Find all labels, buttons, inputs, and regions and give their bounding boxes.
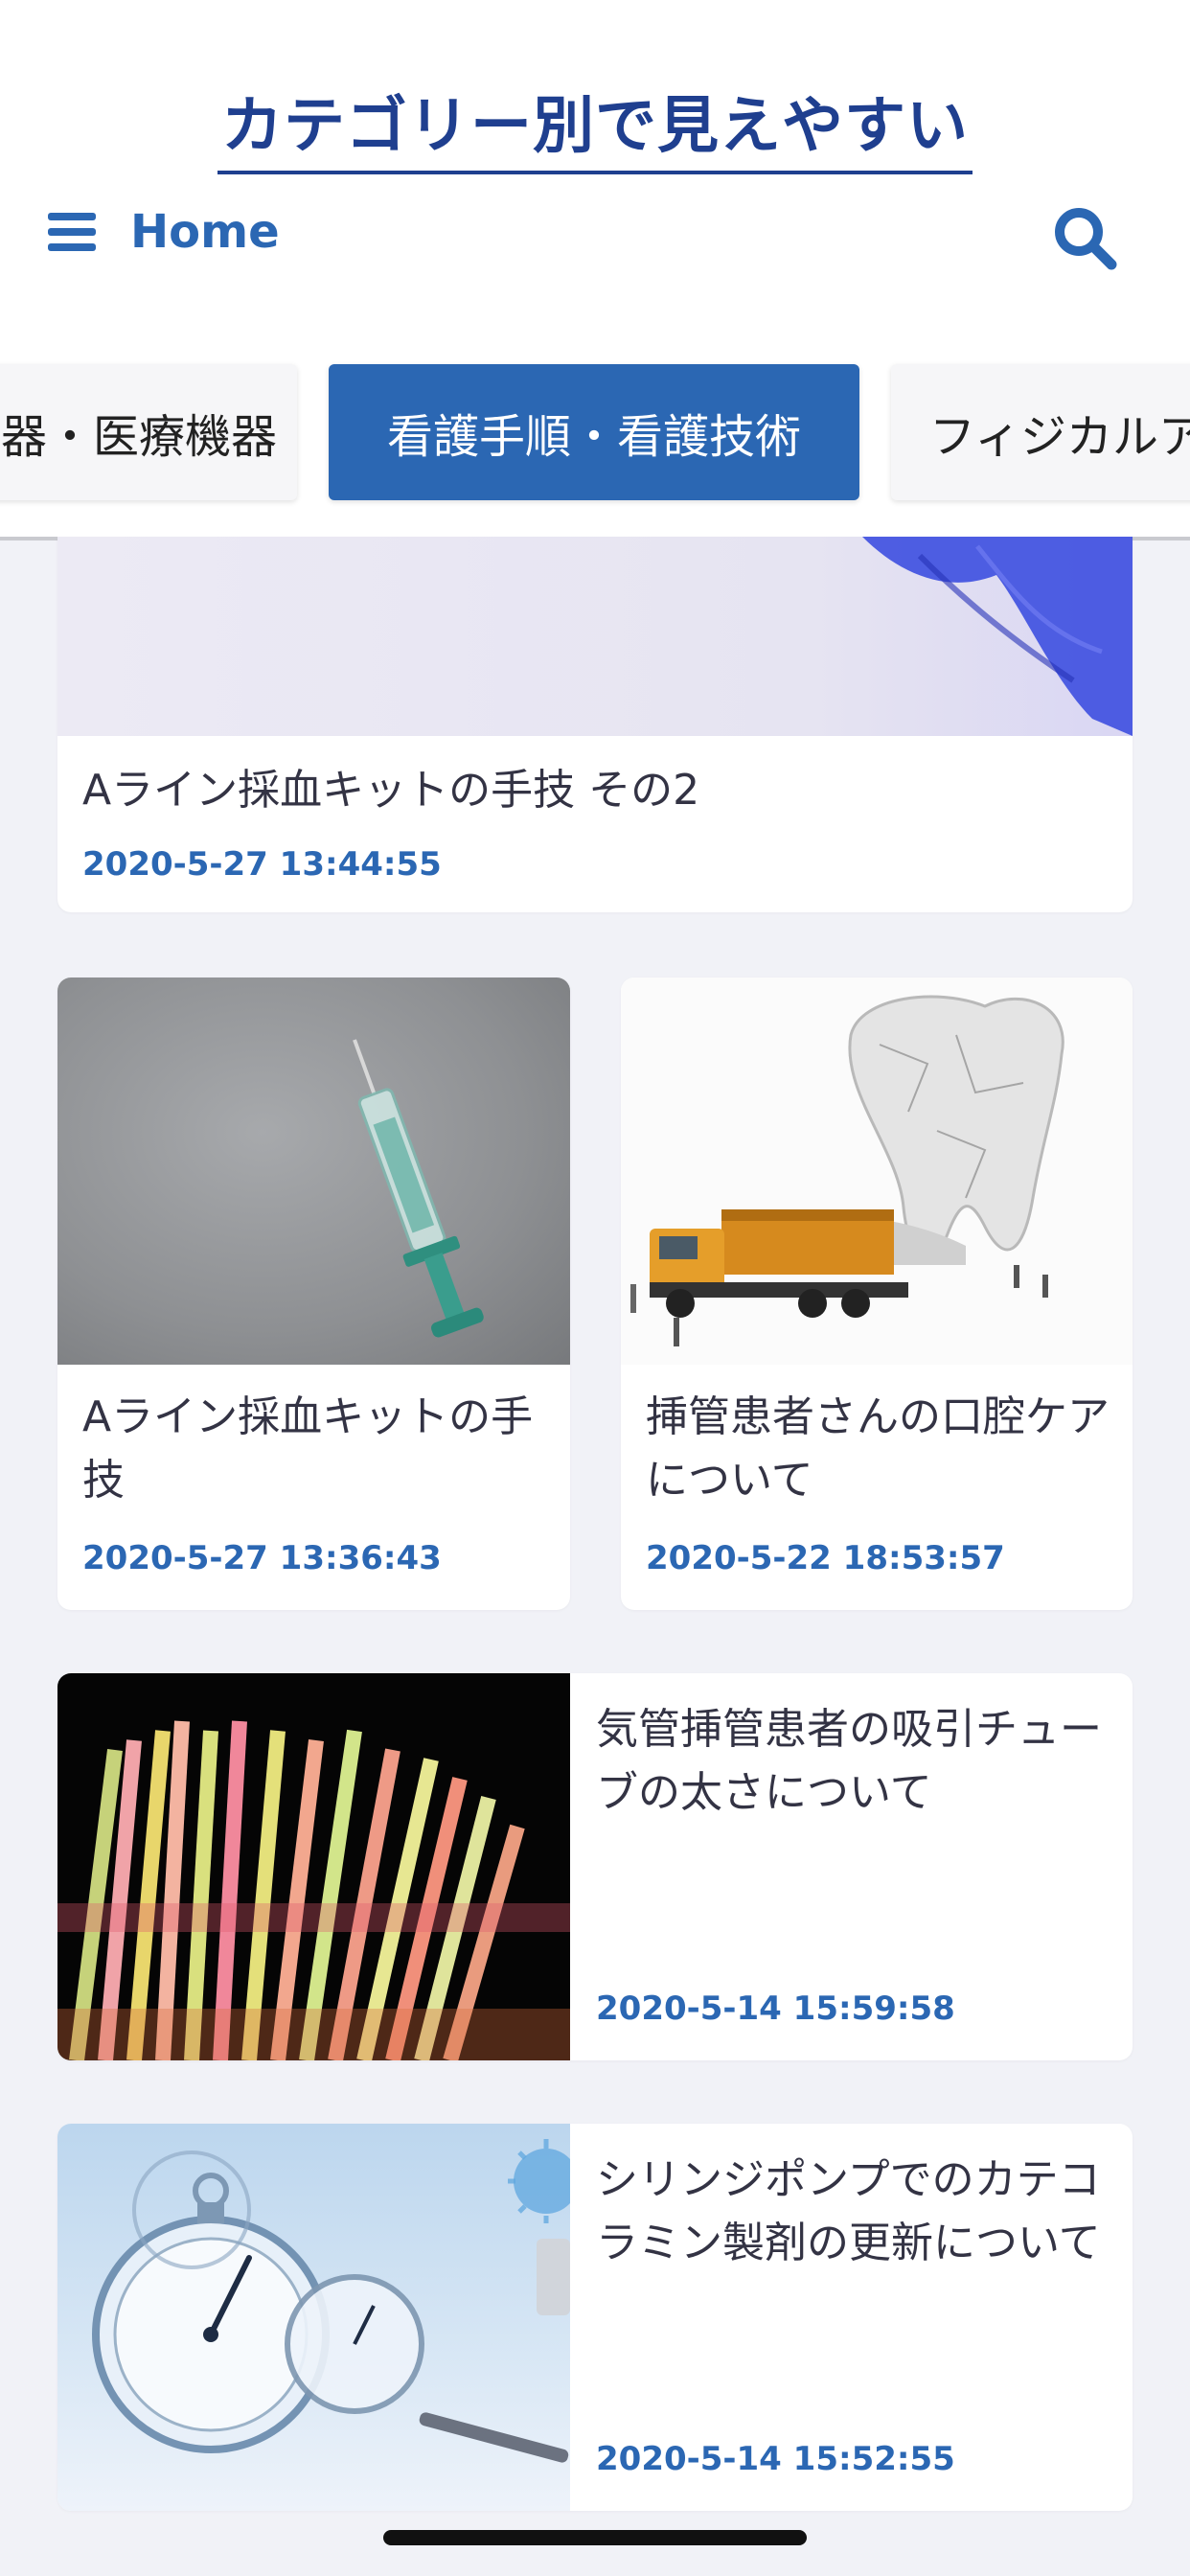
article-card[interactable]: Aライン採血キットの手技 2020-5-27 13:36:43 <box>57 978 570 1610</box>
home-indicator <box>383 2530 807 2545</box>
stopwatch-image <box>57 2124 570 2511</box>
article-date: 2020-5-27 13:36:43 <box>82 1539 442 1577</box>
menu-label: Home <box>130 205 280 259</box>
article-card[interactable]: 挿管患者さんの口腔ケアについて 2020-5-22 18:53:57 <box>621 978 1133 1610</box>
article-card[interactable]: シリンジポンプでのカテコラミン製剤の更新について 2020-5-14 15:52… <box>57 2124 1133 2511</box>
tab-physical-assessment[interactable]: フィジカルア <box>891 364 1190 500</box>
article-title: Aライン採血キットの手技 <box>82 1392 534 1505</box>
article-date: 2020-5-14 15:52:55 <box>596 2440 955 2478</box>
article-date: 2020-5-27 13:44:55 <box>82 845 442 884</box>
category-tabs: 器・医療機器 看護手順・看護技術 フィジカルア <box>0 326 1190 540</box>
stopwatch-illustration <box>92 2139 570 2463</box>
straws-illustration <box>57 1720 570 2060</box>
syringe-image <box>57 978 570 1365</box>
syringe-illustration <box>353 1039 484 1338</box>
tab-nursing-procedures[interactable]: 看護手順・看護技術 <box>329 364 859 500</box>
tooth-truck-illustration <box>630 995 1064 1346</box>
article-title: Aライン採血キットの手技 その2 <box>82 766 700 815</box>
article-card[interactable]: Aライン採血キットの手技 その2 2020-5-27 13:44:55 <box>57 537 1133 912</box>
search-icon <box>1055 208 1117 270</box>
straws-image <box>57 1673 570 2060</box>
tooth-truck-image <box>621 978 1133 1365</box>
article-date: 2020-5-22 18:53:57 <box>646 1539 1005 1577</box>
article-card[interactable]: 気管挿管患者の吸引チューブの太さについて 2020-5-14 15:59:58 <box>57 1673 1133 2060</box>
article-title: 気管挿管患者の吸引チューブの太さについて <box>596 1705 1102 1817</box>
article-date: 2020-5-14 15:59:58 <box>596 1990 955 2028</box>
hamburger-icon <box>48 213 96 251</box>
search-button[interactable] <box>1050 203 1119 272</box>
site-title-wrapper: カテゴリー別で見えやすい <box>0 77 1190 174</box>
site-title[interactable]: カテゴリー別で見えやすい <box>217 77 973 174</box>
article-title: 挿管患者さんの口腔ケアについて <box>646 1392 1110 1505</box>
menu-button[interactable]: Home <box>48 203 280 261</box>
tab-label: 看護手順・看護技術 <box>386 410 801 464</box>
article-title: シリンジポンプでのカテコラミン製剤の更新について <box>596 2155 1101 2267</box>
tab-medical-devices[interactable]: 器・医療機器 <box>0 364 297 500</box>
glove-image <box>57 537 1133 736</box>
app-header: カテゴリー別で見えやすい Home <box>0 0 1190 326</box>
tab-label: フィジカルア <box>929 410 1190 464</box>
glove-illustration <box>862 537 1133 736</box>
tab-label: 器・医療機器 <box>0 410 277 464</box>
